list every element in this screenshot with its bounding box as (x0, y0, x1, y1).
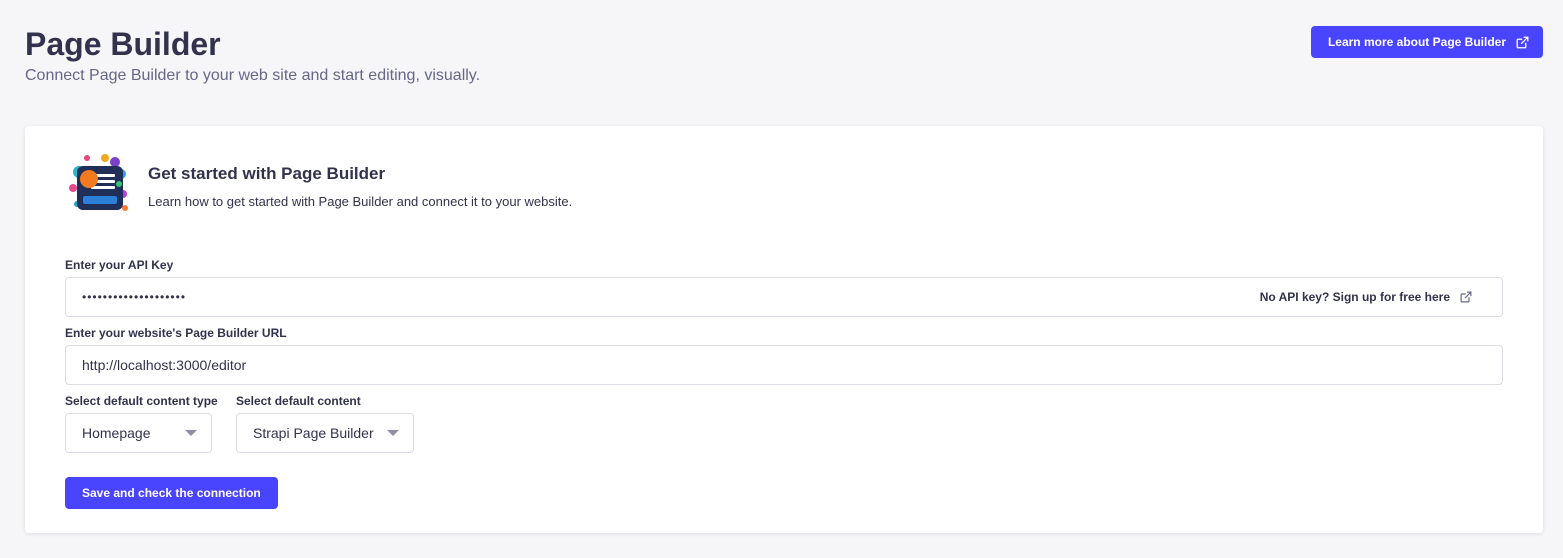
signup-link[interactable]: No API key? Sign up for free here (1260, 290, 1472, 304)
intro-text: Get started with Page Builder Learn how … (148, 152, 572, 210)
signup-label: No API key? Sign up for free here (1259, 290, 1450, 304)
learn-more-button[interactable]: Learn more about Page Builder (1310, 26, 1543, 58)
intro-title: Get started with Page Builder (148, 164, 386, 183)
api-key-label: Enter your API Key (65, 258, 174, 272)
intro-description: Learn how to get started with Page Build… (148, 194, 573, 209)
intro-section: Get started with Page Builder Learn how … (65, 152, 572, 216)
content-type-label: Select default content type (65, 394, 218, 408)
api-key-input[interactable]: •••••••••••••••••••• No API key? Sign up… (65, 277, 1503, 317)
chevron-down-icon (387, 430, 399, 436)
url-input[interactable]: http://localhost:3000/editor (65, 345, 1503, 385)
api-key-value: •••••••••••••••••••• (82, 290, 187, 304)
setup-card: Get started with Page Builder Learn how … (25, 126, 1543, 533)
page-builder-logo (69, 154, 128, 211)
page-subtitle: Connect Page Builder to your web site an… (25, 67, 481, 84)
url-value: http://localhost:3000/editor (82, 357, 247, 373)
content-select[interactable]: Strapi Page Builder (236, 413, 414, 453)
external-link-icon (1460, 291, 1472, 303)
page-title: Page Builder (25, 26, 221, 62)
content-type-value: Homepage (82, 425, 151, 441)
chevron-down-icon (185, 430, 197, 436)
page-header: Page Builder Connect Page Builder to you… (25, 24, 480, 86)
content-value: Strapi Page Builder (253, 425, 374, 441)
save-button[interactable]: Save and check the connection (65, 477, 278, 509)
url-label: Enter your website's Page Builder URL (65, 326, 287, 340)
external-link-icon (1516, 36, 1529, 48)
page: Page Builder Connect Page Builder to you… (0, 0, 1563, 558)
content-label: Select default content (236, 394, 361, 408)
content-type-select[interactable]: Homepage (65, 413, 212, 453)
learn-more-label: Learn more about Page Builder (1327, 35, 1506, 49)
